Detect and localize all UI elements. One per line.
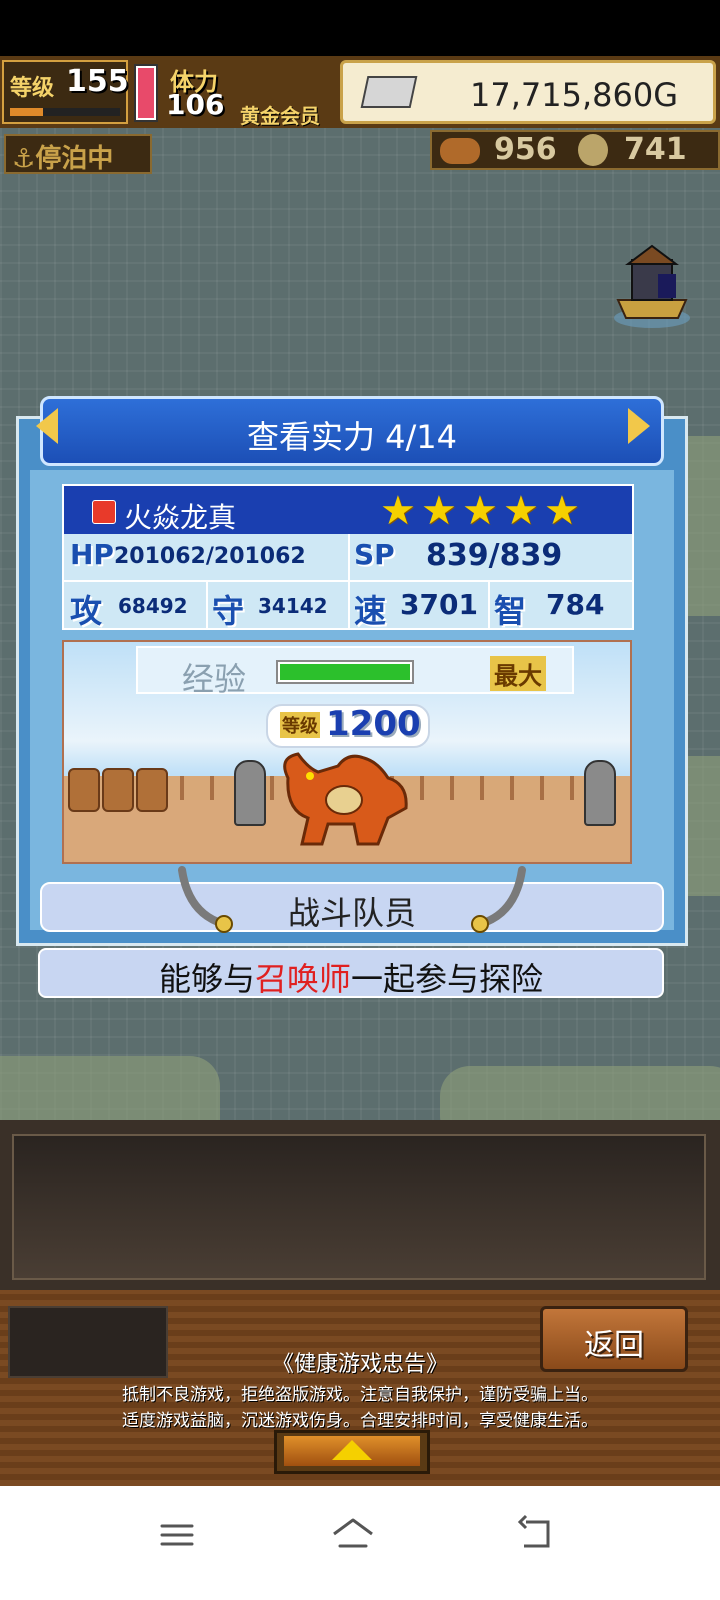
rarity-star: ★ [544,488,580,534]
back-icon[interactable] [512,1510,562,1560]
player-level-label: 等级 [10,76,55,101]
health-advisory-line: 抵制不良游戏，拒绝盗版游戏。注意自我保护，谨防受骗上当。 [122,1385,598,1405]
rarity-star: ★ [503,488,539,534]
stamina-value: 106 [166,88,225,121]
anchor-icon: ⚓ [12,144,36,174]
sp-value: 839/839 [426,538,563,573]
menu-icon[interactable] [152,1510,202,1560]
character-name: 火焱龙真 [124,501,237,534]
defense-value: 34142 [258,594,328,618]
exp-bar-fill [280,664,410,680]
anchored-status-label: ⚓停泊中 [12,144,114,174]
next-arrow-icon[interactable] [628,408,650,444]
stamina-bar-fill [138,68,154,118]
attack-value: 68492 [118,594,188,618]
rarity-star: ★ [421,488,457,534]
barrel-icon [68,768,100,812]
chevron-up-icon[interactable] [332,1440,372,1460]
player-ship-icon[interactable] [612,240,692,328]
defense-label: 守 [212,592,245,630]
dragon-sprite-icon [283,752,408,846]
character-level-label: 等级 [280,712,320,738]
role-label: 战斗队员 [287,894,416,932]
home-icon[interactable] [328,1510,378,1560]
coin-icon [578,134,608,166]
player-exp-bar-fill [10,108,43,116]
coin-count: 741 [624,132,687,167]
player-level-value: 155 [66,64,129,99]
attack-label: 攻 [70,592,103,630]
health-advisory-line: 适度游戏益脑，沉迷游戏伤身。合理安排时间，享受健康生活。 [122,1411,598,1431]
food-count: 956 [494,132,557,167]
stats-divider [206,582,208,628]
character-level-value: 1200 [326,704,421,744]
fire-element-icon [92,500,116,524]
exp-label: 经验 [182,660,247,698]
cannon-icon [584,760,616,826]
silver-ingot-icon [360,76,418,108]
cannon-icon [234,760,266,826]
membership-badge[interactable]: 黄金会员 [240,100,320,129]
sword-icon [178,866,233,933]
intelligence-value: 784 [546,588,605,621]
health-advisory-title: 《健康游戏忠告》 [271,1352,448,1377]
stats-divider [348,534,350,628]
message-area [12,1134,706,1280]
exp-max-badge: 最大 [490,656,546,691]
sword-icon [471,866,526,933]
intelligence-label: 智 [494,592,527,630]
dialog-title: 查看实力 4/14 [246,418,458,456]
previous-arrow-icon[interactable] [36,408,58,444]
hp-value: 201062/201062 [114,544,306,569]
barrel-icon [102,768,134,812]
character-description: 能够与召唤师一起参与探险 [158,960,544,998]
barrel-icon [136,768,168,812]
highlight-summoner: 召唤师 [254,960,351,998]
rarity-star: ★ [380,488,416,534]
hp-label: HP [70,538,114,571]
stats-divider [488,582,490,628]
meat-icon [440,138,480,164]
speed-value: 3701 [400,588,478,621]
gold-amount: 17,715,860G [470,76,679,114]
rarity-star: ★ [462,488,498,534]
speed-label: 速 [354,592,387,630]
sp-label: SP [354,538,395,571]
